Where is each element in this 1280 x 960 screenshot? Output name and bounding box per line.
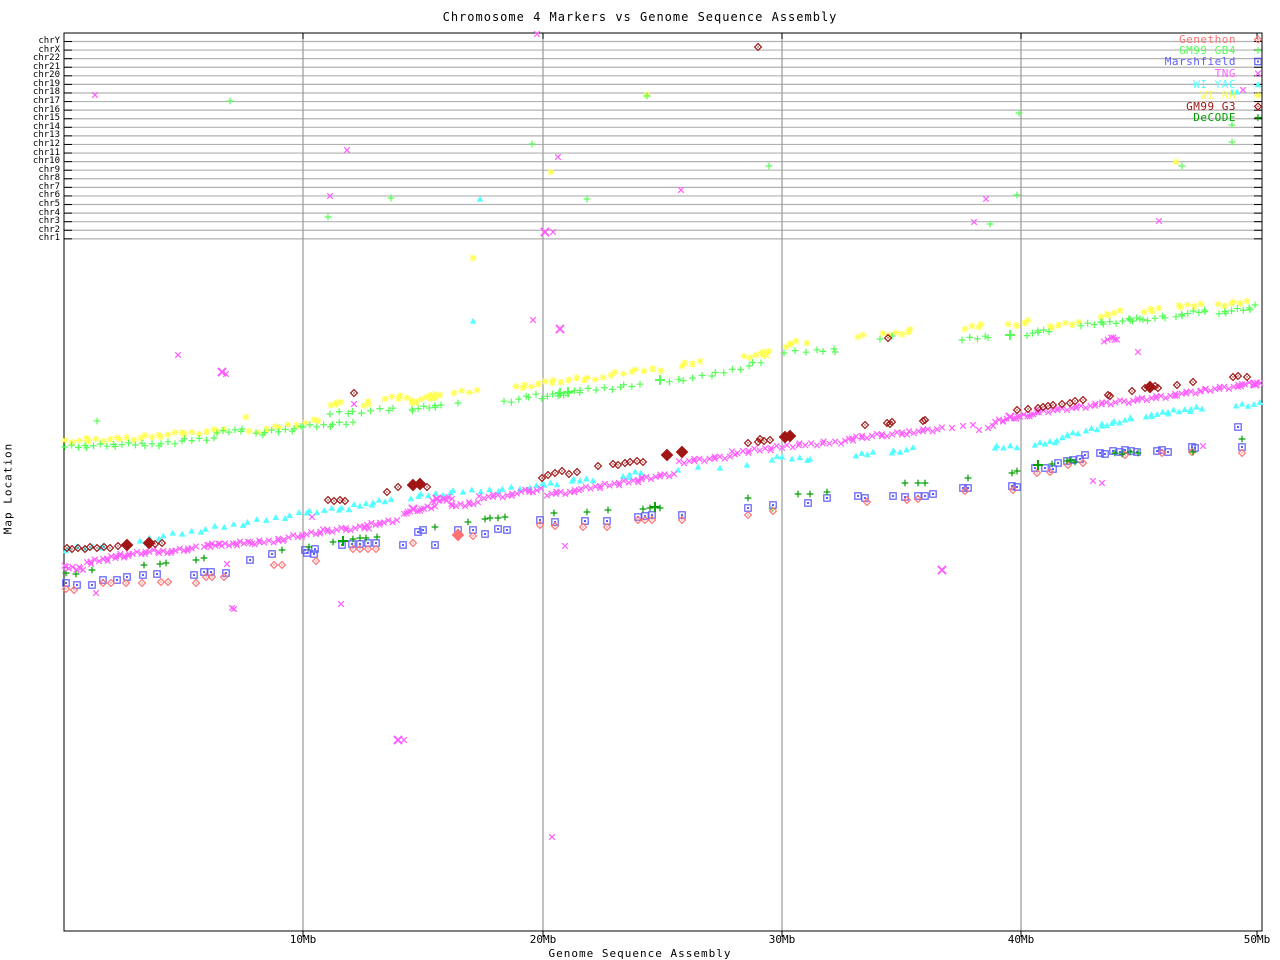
diamond-marker-icon <box>1253 35 1263 44</box>
x-tick-label: 50Mb <box>1243 933 1271 946</box>
x-axis-label: Genome Sequence Assembly <box>548 947 732 960</box>
square-marker-icon <box>1254 58 1262 66</box>
legend-label: DeCODE <box>1193 111 1236 125</box>
series-decode <box>62 435 1246 578</box>
series-genethon <box>61 447 1247 595</box>
legend: Genethon GM99 GB4 Marshfield TNG WI YAC WI RH… <box>1165 33 1266 125</box>
x-tick-label: 30Mb <box>768 933 796 946</box>
plus-marker-icon <box>1254 114 1262 122</box>
chrom-row-label: chr1 <box>38 233 60 244</box>
x-tick-label: 20Mb <box>529 933 557 946</box>
x-tick-label: 40Mb <box>1007 933 1035 946</box>
genome-plot-page: Chromosome 4 Markers vs Genome Sequence … <box>0 0 1280 960</box>
series-marshfield <box>62 423 1246 589</box>
page-title: Chromosome 4 Markers vs Genome Sequence … <box>442 10 838 24</box>
series-gm99-gb4 <box>61 92 1259 513</box>
x-marker-icon <box>1254 69 1262 77</box>
series-wi-yac <box>62 88 1264 554</box>
x-tick-label: 10Mb <box>289 933 317 946</box>
diamond-marker-icon <box>1253 102 1263 111</box>
triangle-marker-icon <box>1254 81 1262 87</box>
plus-marker-icon <box>1254 47 1262 55</box>
plot-border <box>63 32 1263 932</box>
y-axis-label: Map Location <box>1 442 15 535</box>
legend-item-decode: DeCODE <box>1165 111 1266 125</box>
star-marker-icon <box>1254 92 1262 99</box>
scatter-plot-canvas <box>61 30 1264 937</box>
